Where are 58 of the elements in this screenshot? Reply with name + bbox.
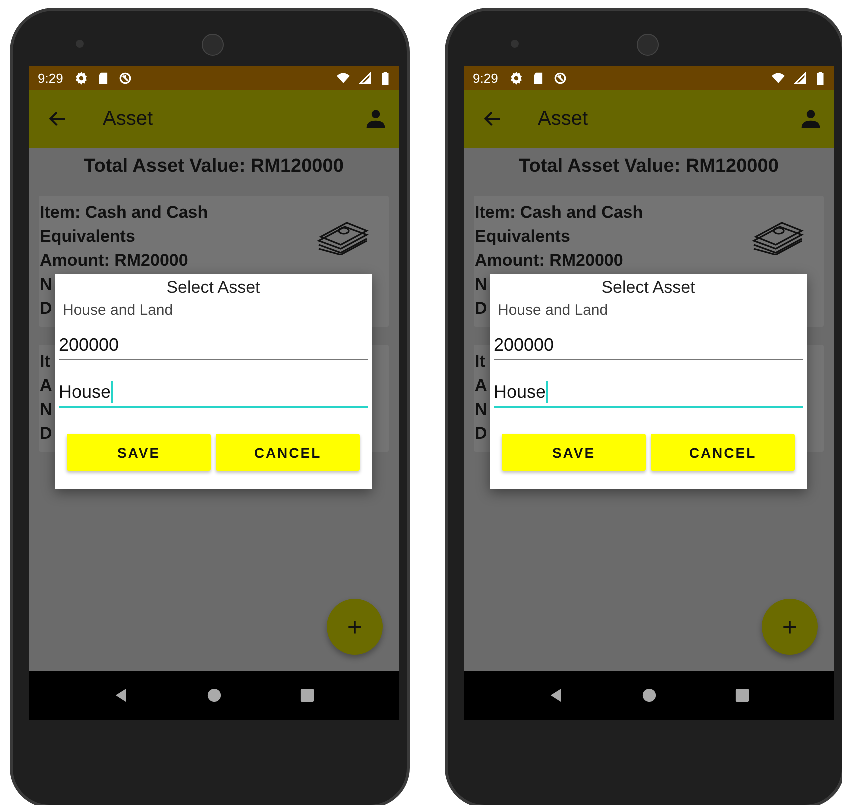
cancel-button[interactable]: CANCEL (651, 434, 795, 471)
gear-icon (75, 72, 88, 84)
recents-square-icon[interactable] (300, 688, 314, 703)
input-field[interactable]: House (59, 378, 368, 408)
asset-dropdown[interactable]: House and Land (59, 300, 178, 321)
recents-square-icon[interactable] (734, 688, 750, 703)
wifi-icon (337, 72, 350, 84)
signal-icon (359, 72, 372, 84)
back-triangle-icon[interactable] (114, 688, 128, 703)
home-circle-icon[interactable] (642, 688, 656, 703)
card-text: D (475, 423, 488, 445)
card-text: Item: Cash and Cash Equivalents (475, 202, 644, 248)
speaker-grille-icon (202, 34, 224, 56)
input-field[interactable]: House (494, 378, 803, 408)
card-text: Amount: RM20000 (475, 250, 624, 272)
person-icon[interactable] (800, 108, 822, 130)
app-title: Asset (103, 108, 154, 130)
total-asset-value: Total Asset Value: RM120000 (518, 156, 780, 178)
money-stack-icon (317, 219, 369, 255)
sd-card-icon (97, 72, 110, 84)
status-time: 9:29 (38, 70, 64, 86)
sd-card-icon (532, 72, 546, 84)
home-circle-icon[interactable] (206, 688, 222, 703)
card-text: Amount: RM20000 (40, 250, 188, 272)
dialog-title: Select Asset (602, 278, 696, 298)
save-button[interactable]: SAVE (502, 434, 646, 471)
card-text: A (475, 375, 488, 397)
circle-icon (119, 72, 132, 84)
battery-icon (816, 72, 825, 84)
wifi-icon (772, 72, 785, 84)
back-triangle-icon[interactable] (548, 688, 564, 703)
battery-icon (381, 72, 390, 84)
card-text: N (40, 274, 52, 296)
money-stack-icon (752, 219, 804, 255)
dialog-title: Select Asset (166, 278, 260, 298)
card-text: D (40, 298, 52, 320)
speaker-grille-icon (637, 34, 659, 56)
asset-dropdown[interactable]: House and Land (494, 300, 612, 321)
card-text: N (40, 399, 52, 421)
input-field[interactable]: 200000 (59, 331, 368, 360)
card-text: N (475, 399, 488, 421)
circle-icon (554, 72, 568, 84)
total-asset-value: Total Asset Value: RM120000 (83, 156, 345, 178)
card-text: D (40, 423, 52, 445)
card-text: A (40, 375, 52, 397)
card-text: It (40, 351, 50, 373)
status-time: 9:29 (473, 70, 498, 86)
card-text: It (475, 351, 486, 373)
person-icon[interactable] (365, 108, 387, 130)
card-text: D (475, 298, 488, 320)
gear-icon (510, 72, 524, 84)
cancel-button[interactable]: CANCEL (216, 434, 360, 471)
card-text: Item: Cash and Cash Equivalents (40, 202, 210, 248)
app-title: Asset (538, 108, 590, 130)
signal-icon (794, 72, 807, 84)
card-text: N (475, 274, 488, 296)
input-field[interactable]: 200000 (494, 331, 803, 360)
save-button[interactable]: SAVE (67, 434, 211, 471)
